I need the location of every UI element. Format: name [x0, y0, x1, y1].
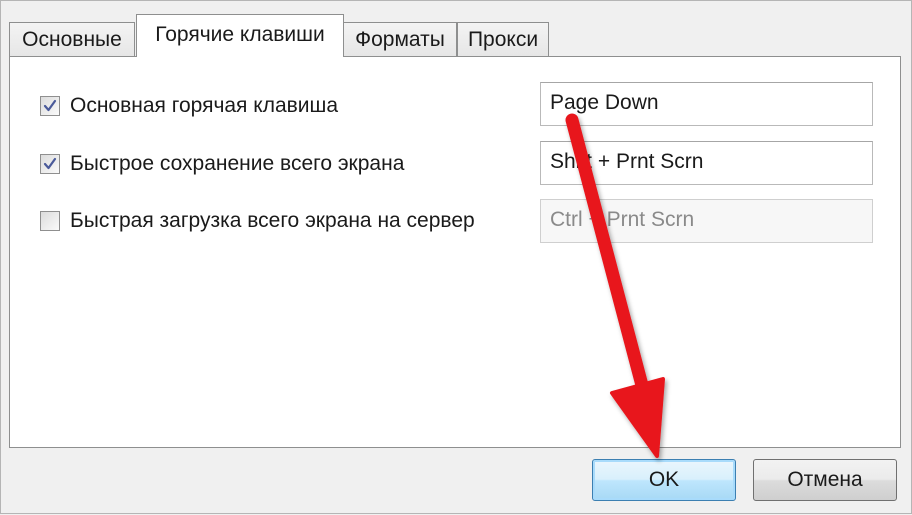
ok-button[interactable]: OK: [592, 459, 736, 501]
main-hotkey-field[interactable]: Page Down: [540, 82, 873, 126]
fullscreen-upload-checkbox[interactable]: [40, 211, 60, 231]
fullscreen-save-checkbox[interactable]: [40, 154, 60, 174]
main-hotkey-label: Основная горячая клавиша: [70, 94, 339, 117]
fullscreen-save-label: Быстрое сохранение всего экрана: [70, 152, 405, 175]
checkmark-icon: [43, 99, 57, 112]
hotkey-row-fullscreen-upload: Быстрая загрузка всего экрана на сервер: [40, 206, 475, 236]
checkmark-icon: [43, 157, 57, 170]
hotkey-row-fullscreen-save: Быстрое сохранение всего экрана: [40, 149, 404, 179]
main-hotkey-checkbox[interactable]: [40, 96, 60, 116]
cancel-button[interactable]: Отмена: [753, 459, 897, 501]
fullscreen-save-hotkey-field[interactable]: Shift + Prnt Scrn: [540, 141, 873, 185]
tab-formats[interactable]: Форматы: [343, 22, 457, 56]
tab-hotkeys[interactable]: Горячие клавиши: [136, 14, 344, 57]
fullscreen-upload-hotkey-field[interactable]: Ctrl + Prnt Scrn: [540, 199, 873, 243]
hotkey-row-main: Основная горячая клавиша: [40, 91, 338, 121]
tab-proxy[interactable]: Прокси: [457, 22, 549, 56]
hotkeys-panel: Основная горячая клавиша Page Down Быстр…: [9, 56, 901, 448]
settings-dialog: Основные Горячие клавиши Форматы Прокси …: [0, 0, 912, 514]
tab-general[interactable]: Основные: [9, 22, 135, 56]
fullscreen-upload-label: Быстрая загрузка всего экрана на сервер: [70, 209, 475, 232]
